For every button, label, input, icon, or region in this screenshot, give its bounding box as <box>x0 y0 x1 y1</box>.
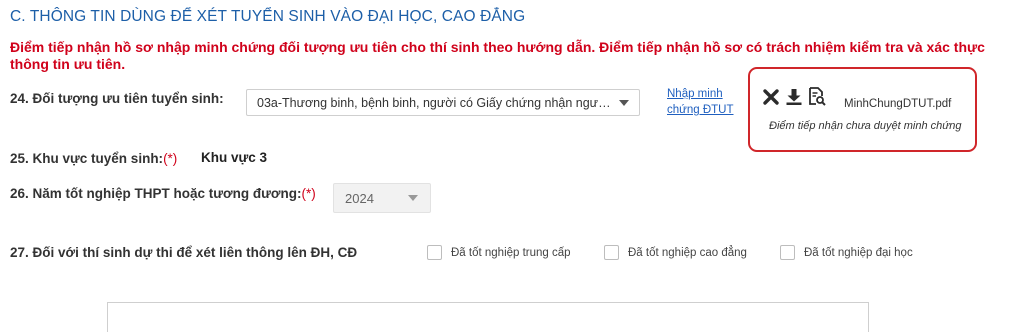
checkbox-university[interactable] <box>780 245 795 260</box>
graduation-year-value: 2024 <box>345 190 374 206</box>
graduation-year-label-text: 26. Năm tốt nghiệp THPT hoặc tương đương… <box>10 186 302 201</box>
admission-area-label-text: 25. Khu vực tuyển sinh: <box>10 151 164 166</box>
priority-object-selected-value: 03a-Thương binh, bệnh binh, người có Giấ… <box>257 95 611 110</box>
required-mark: (*) <box>163 151 178 166</box>
close-icon[interactable] <box>762 88 780 111</box>
graduation-year-select[interactable]: 2024 <box>333 183 431 213</box>
checkbox-college[interactable] <box>604 245 619 260</box>
option-college[interactable]: Đã tốt nghiệp cao đẳng <box>604 245 747 260</box>
view-document-icon[interactable] <box>808 87 826 111</box>
next-section-box <box>107 302 869 332</box>
enter-evidence-link[interactable]: Nhập minh chứng ĐTUT <box>667 86 747 118</box>
chevron-down-icon <box>408 195 418 201</box>
chevron-down-icon <box>619 99 629 106</box>
option-university[interactable]: Đã tốt nghiệp đại học <box>780 245 913 260</box>
transfer-label: 27. Đối với thí sinh dự thi để xét liên … <box>10 245 358 260</box>
option-intermediate[interactable]: Đã tốt nghiệp trung cấp <box>427 245 571 260</box>
checkbox-college-label: Đã tốt nghiệp cao đẳng <box>628 246 747 259</box>
evidence-document-card: MinhChungDTUT.pdf Điểm tiếp nhận chưa du… <box>748 67 977 152</box>
checkbox-intermediate[interactable] <box>427 245 442 260</box>
priority-object-select[interactable]: 03a-Thương binh, bệnh binh, người có Giấ… <box>246 89 640 116</box>
section-title: C. THÔNG TIN DÙNG ĐỂ XÉT TUYỂN SINH VÀO … <box>10 8 526 25</box>
evidence-status: Điểm tiếp nhận chưa duyệt minh chứng <box>769 120 962 132</box>
admission-area-value: Khu vực 3 <box>201 150 268 165</box>
admission-area-label: 25. Khu vực tuyển sinh:(*) <box>10 151 177 166</box>
checkbox-university-label: Đã tốt nghiệp đại học <box>804 246 913 259</box>
priority-object-label: 24. Đối tượng ưu tiên tuyển sinh: <box>10 91 224 106</box>
required-mark: (*) <box>301 186 316 201</box>
evidence-filename[interactable]: MinhChungDTUT.pdf <box>844 98 951 110</box>
download-icon[interactable] <box>785 88 803 111</box>
checkbox-intermediate-label: Đã tốt nghiệp trung cấp <box>451 246 571 259</box>
graduation-year-label: 26. Năm tốt nghiệp THPT hoặc tương đương… <box>10 186 316 201</box>
